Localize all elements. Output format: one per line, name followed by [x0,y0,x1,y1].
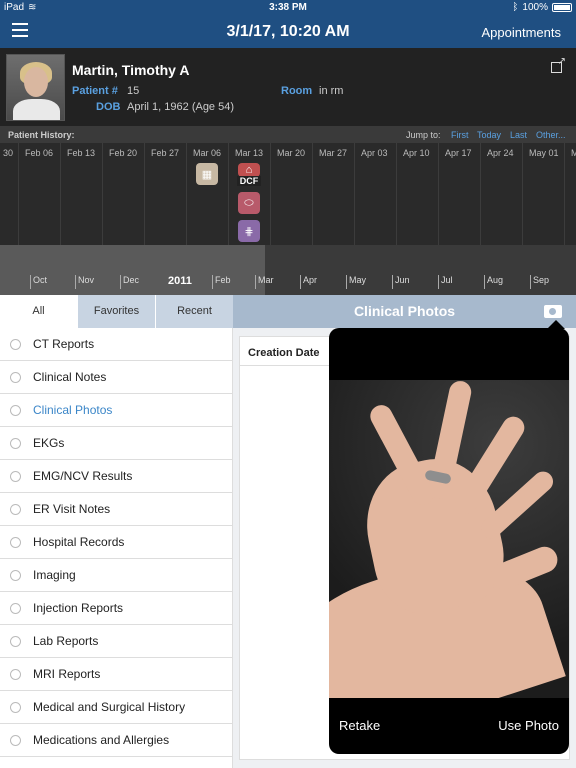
content-title: Clinical Photos [353,303,456,319]
nav-bar: 3/1/17, 10:20 AM Appointments [0,16,576,48]
year-label: 2011 [168,275,192,287]
category-list: CT Reports Clinical Notes Clinical Photo… [0,328,233,768]
month-overview[interactable]: Oct Nov Dec 2011 Feb Mar Apr May Jun Jul… [0,245,576,295]
retake-button[interactable]: Retake [339,718,380,733]
filter-tabs: All Favorites Recent [0,295,233,328]
list-item[interactable]: Medications and Allergies [0,724,232,757]
radio-icon [10,404,21,416]
dcf-event-label[interactable]: DCF [237,176,261,186]
month-label: Oct [30,275,47,289]
jump-other-link[interactable]: Other... [536,130,566,140]
month-label: Jun [392,275,410,289]
tab-all[interactable]: All [0,295,77,328]
list-item[interactable]: Injection Reports [0,592,232,625]
tab-recent[interactable]: Recent [155,295,233,328]
timeline-date[interactable]: Feb 13 [60,143,102,245]
jump-to-label: Jump to: [406,130,441,140]
timeline-date[interactable]: Mar 06 [186,143,228,245]
list-item[interactable]: Clinical Notes [0,361,232,394]
radio-icon [10,371,21,383]
list-item[interactable]: MRI Reports [0,658,232,691]
jump-today-link[interactable]: Today [477,130,501,140]
dob-label: DOB [96,101,121,113]
timeline-date[interactable]: Apr 24 [480,143,522,245]
clock: 3:38 PM [269,2,307,13]
room-label: Room [281,85,313,97]
radio-icon [10,569,21,581]
use-photo-button[interactable]: Use Photo [498,718,559,733]
list-item[interactable]: CT Reports [0,328,232,361]
jump-last-link[interactable]: Last [510,130,527,140]
camera-icon[interactable] [544,305,562,318]
appointments-button[interactable]: Appointments [482,25,562,40]
history-bar: Patient History: Jump to: First Today La… [0,126,576,143]
month-label: Aug [484,275,503,289]
radio-icon [10,701,21,713]
calendar-icon[interactable]: ▦ [196,163,218,185]
month-label: Feb [212,275,231,289]
captured-photo [329,380,569,698]
history-label: Patient History: [8,130,75,140]
month-label: Dec [120,275,139,289]
date-timeline[interactable]: 30 Feb 06 Feb 13 Feb 20 Feb 27 Mar 06 Ma… [0,143,576,245]
radio-icon [10,602,21,614]
month-label: Nov [75,275,94,289]
radio-icon [10,635,21,647]
hospital-icon[interactable]: ⌂ [238,163,260,177]
xray-icon[interactable]: ⋕ [238,220,260,242]
timeline-date[interactable]: M [564,143,576,245]
tab-favorites[interactable]: Favorites [77,295,155,328]
creation-date-header[interactable]: Creation Date [248,347,320,359]
timeline-date[interactable]: 30 [0,143,18,245]
timeline-date[interactable]: Feb 27 [144,143,186,245]
list-item[interactable]: Hospital Records [0,526,232,559]
timeline-date[interactable]: Mar 27 [312,143,354,245]
list-item[interactable]: Lab Reports [0,625,232,658]
content-header: Clinical Photos [233,295,576,328]
room-value: in rm [319,85,344,97]
radio-icon [10,668,21,680]
list-item[interactable]: Imaging [0,559,232,592]
patient-photo[interactable] [6,54,65,121]
timeline-date[interactable]: Apr 17 [438,143,480,245]
patient-number-value: 15 [127,85,140,97]
list-item[interactable]: EMG/NCV Results [0,460,232,493]
radio-icon [10,338,21,350]
camera-preview-popover: Retake Use Photo [329,328,569,754]
radio-icon [10,503,21,515]
camera-actions: Retake Use Photo [329,700,569,754]
jump-first-link[interactable]: First [451,130,469,140]
timeline-date[interactable]: Feb 06 [18,143,60,245]
list-item[interactable]: Medical and Surgical History [0,691,232,724]
status-bar: iPad ≋ 3:38 PM ᛒ 100% [0,0,576,16]
radio-icon [10,536,21,548]
patient-header: Martin, Timothy A Patient # 15 Room in r… [0,48,576,126]
timeline-date[interactable]: May 01 [522,143,564,245]
month-label: Sep [530,275,549,289]
month-label: Mar [255,275,274,289]
timeline-date[interactable]: Mar 20 [270,143,312,245]
patient-number-label: Patient # [72,85,118,97]
radio-icon [10,734,21,746]
month-label: Jul [438,275,453,289]
pill-icon[interactable]: ⬭ [238,192,260,214]
timeline-date[interactable]: Apr 03 [354,143,396,245]
list-item[interactable]: EKGs [0,427,232,460]
patient-name: Martin, Timothy A [72,62,190,78]
radio-icon [10,437,21,449]
battery-percent: 100% [522,2,548,13]
battery-icon [552,3,572,12]
list-item[interactable]: Clinical Photos [0,394,232,427]
external-link-icon[interactable] [551,56,566,73]
bluetooth-icon: ᛒ [512,2,519,13]
month-label: Apr [300,275,317,289]
timeline-date[interactable]: Feb 20 [102,143,144,245]
dob-value: April 1, 1962 (Age 54) [127,101,235,113]
month-label: May [346,275,366,289]
timeline-date[interactable]: Apr 10 [396,143,438,245]
radio-icon [10,470,21,482]
list-item[interactable]: ER Visit Notes [0,493,232,526]
